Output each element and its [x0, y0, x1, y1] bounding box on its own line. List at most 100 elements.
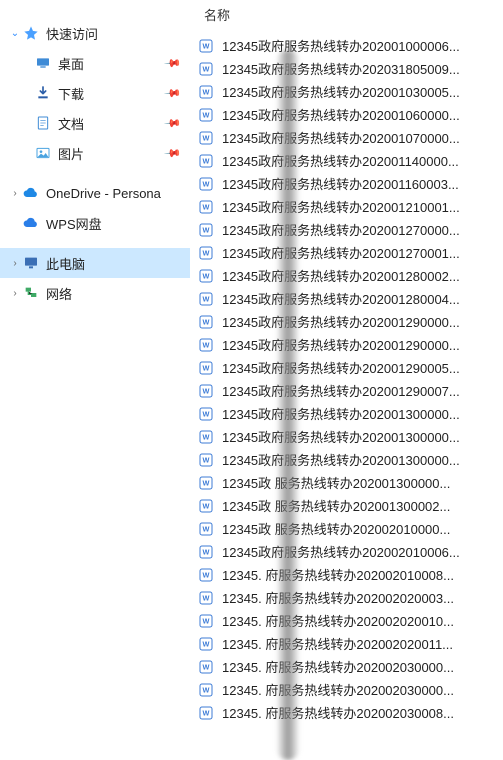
file-row[interactable]: W 12345政府服务热线转办202001290007... — [190, 379, 503, 402]
svg-text:W: W — [203, 455, 210, 464]
picture-icon — [34, 144, 52, 162]
file-row[interactable]: W12345政府服务热线转办202001290000... — [190, 310, 503, 333]
column-header-name[interactable]: 名称 — [190, 0, 503, 28]
file-row[interactable]: W 12345. 府服务热线转办202002020011... — [190, 632, 503, 655]
file-name: 12345政府服务热线转办202001280002... — [222, 266, 460, 285]
svg-text:W: W — [203, 662, 210, 671]
svg-text:W: W — [203, 409, 210, 418]
file-list-pane: 名称 W12345政府服务热线转办202001000006...W12345政府… — [190, 0, 503, 753]
word-document-icon: W — [198, 222, 214, 238]
file-row[interactable]: W12345政府服务热线转办202001270000... — [190, 218, 503, 241]
sidebar-item[interactable]: 下载📌 — [0, 78, 190, 108]
onedrive-item[interactable]: › OneDrive - Persona — [0, 178, 190, 208]
svg-text:W: W — [203, 87, 210, 96]
svg-text:W: W — [203, 110, 210, 119]
file-name: 12345政府服务热线转办202001300000... — [222, 450, 460, 469]
word-document-icon: W — [198, 682, 214, 698]
file-row[interactable]: W12345政府服务热线转办202001140000... — [190, 149, 503, 172]
word-document-icon: W — [198, 429, 214, 445]
svg-text:W: W — [203, 386, 210, 395]
svg-text:W: W — [203, 64, 210, 73]
file-row[interactable]: W 12345政 服务热线转办202002010000... — [190, 517, 503, 540]
file-row[interactable]: W12345. 府服务热线转办202002020010... — [190, 609, 503, 632]
this-pc-label: 此电脑 — [46, 254, 190, 273]
svg-text:W: W — [203, 225, 210, 234]
sidebar-item[interactable]: 图片📌 — [0, 138, 190, 168]
file-row[interactable]: W12345政府服务热线转办202001160003... — [190, 172, 503, 195]
file-row[interactable]: W 12345政府服务热线转办202001030005... — [190, 80, 503, 103]
file-row[interactable]: W12345政府服务热线转办202001000006... — [190, 34, 503, 57]
file-name: 12345政府服务热线转办202001030005... — [222, 82, 460, 101]
file-row[interactable]: W 12345政府服务热线转办202001280002... — [190, 264, 503, 287]
quick-access[interactable]: ⌄ 快速访问 — [0, 18, 190, 48]
word-document-icon: W — [198, 590, 214, 606]
svg-text:W: W — [203, 593, 210, 602]
word-document-icon: W — [198, 314, 214, 330]
chevron-right-icon: › — [8, 288, 22, 299]
word-document-icon: W — [198, 521, 214, 537]
file-name: 12345政府服务热线转办202001210001... — [222, 197, 460, 216]
doc-icon — [34, 114, 52, 132]
word-document-icon: W — [198, 245, 214, 261]
file-name: 12345政 服务热线转办202002010000... — [222, 519, 450, 538]
network-item[interactable]: › 网络 — [0, 278, 190, 308]
sidebar-item[interactable]: 文档📌 — [0, 108, 190, 138]
file-name: 12345政府服务热线转办202001060000... — [222, 105, 460, 124]
svg-text:W: W — [203, 547, 210, 556]
file-name: 12345政府服务热线转办202001290007... — [222, 381, 460, 400]
svg-text:W: W — [203, 524, 210, 533]
file-row[interactable]: W 12345. 府服务热线转办202002020003... — [190, 586, 503, 609]
sidebar-item[interactable]: 桌面📌 — [0, 48, 190, 78]
file-name: 12345. 府服务热线转办202002010008... — [222, 565, 454, 584]
file-row[interactable]: W 12345政府服务热线转办202001300000... — [190, 448, 503, 471]
quick-access-label: 快速访问 — [46, 24, 190, 43]
wps-label: WPS网盘 — [46, 214, 190, 233]
word-document-icon: W — [198, 291, 214, 307]
file-row[interactable]: W12345政府服务热线转办202001280004... — [190, 287, 503, 310]
sidebar-item-label: 文档 — [58, 114, 166, 133]
word-document-icon: W — [198, 38, 214, 54]
this-pc-item[interactable]: › 此电脑 — [0, 248, 190, 278]
file-name: 12345. 府服务热线转办202002030000... — [222, 680, 454, 699]
file-row[interactable]: W12345政府服务热线转办202001270001... — [190, 241, 503, 264]
word-document-icon: W — [198, 153, 214, 169]
chevron-right-icon: › — [8, 258, 22, 269]
file-name: 12345政府服务热线转办202001290000... — [222, 335, 460, 354]
file-name: 12345政 服务热线转办202001300000... — [222, 473, 450, 492]
column-label: 名称 — [204, 5, 230, 24]
file-row[interactable]: W12345政 服务热线转办202001300000... — [190, 471, 503, 494]
svg-text:W: W — [203, 133, 210, 142]
cloud-icon — [22, 184, 40, 202]
file-row[interactable]: W12345政府服务热线转办202001290000... — [190, 333, 503, 356]
file-row[interactable]: W12345政府服务热线转办202001210001... — [190, 195, 503, 218]
file-name: 12345政府服务热线转办202001300000... — [222, 427, 460, 446]
svg-text:W: W — [203, 708, 210, 717]
file-list: W12345政府服务热线转办202001000006...W12345政府服务热… — [190, 28, 503, 753]
file-row[interactable]: W 12345政府服务热线转办202001060000... — [190, 103, 503, 126]
word-document-icon: W — [198, 268, 214, 284]
file-row[interactable]: W 12345. 府服务热线转办202002030000... — [190, 678, 503, 701]
svg-text:W: W — [203, 248, 210, 257]
word-document-icon: W — [198, 452, 214, 468]
file-row[interactable]: W12345. 府服务热线转办202002010008... — [190, 563, 503, 586]
file-row[interactable]: W12345政府服务热线转办202001300000... — [190, 402, 503, 425]
desktop-icon — [34, 54, 52, 72]
file-row[interactable]: W12345政府服务热线转办202031805009... — [190, 57, 503, 80]
wps-item[interactable]: WPS网盘 — [0, 208, 190, 238]
word-document-icon: W — [198, 544, 214, 560]
file-row[interactable]: W 12345政府服务热线转办202001300000... — [190, 425, 503, 448]
file-row[interactable]: W12345. 府服务热线转办202002030000... — [190, 655, 503, 678]
file-name: 12345. 府服务热线转办202002020011... — [222, 634, 453, 653]
word-document-icon: W — [198, 705, 214, 721]
file-row[interactable]: W12345政 服务热线转办202001300002... — [190, 494, 503, 517]
file-name: 12345. 府服务热线转办202002020003... — [222, 588, 454, 607]
file-row[interactable]: W12345. 府服务热线转办202002030008... — [190, 701, 503, 724]
word-document-icon: W — [198, 636, 214, 652]
file-row[interactable]: W12345政府服务热线转办202002010006... — [190, 540, 503, 563]
svg-text:W: W — [203, 432, 210, 441]
chevron-down-icon: ⌄ — [8, 28, 22, 39]
file-row[interactable]: W12345政府服务热线转办202001070000... — [190, 126, 503, 149]
svg-text:W: W — [203, 616, 210, 625]
file-row[interactable]: W12345政府服务热线转办202001290005... — [190, 356, 503, 379]
svg-text:W: W — [203, 639, 210, 648]
